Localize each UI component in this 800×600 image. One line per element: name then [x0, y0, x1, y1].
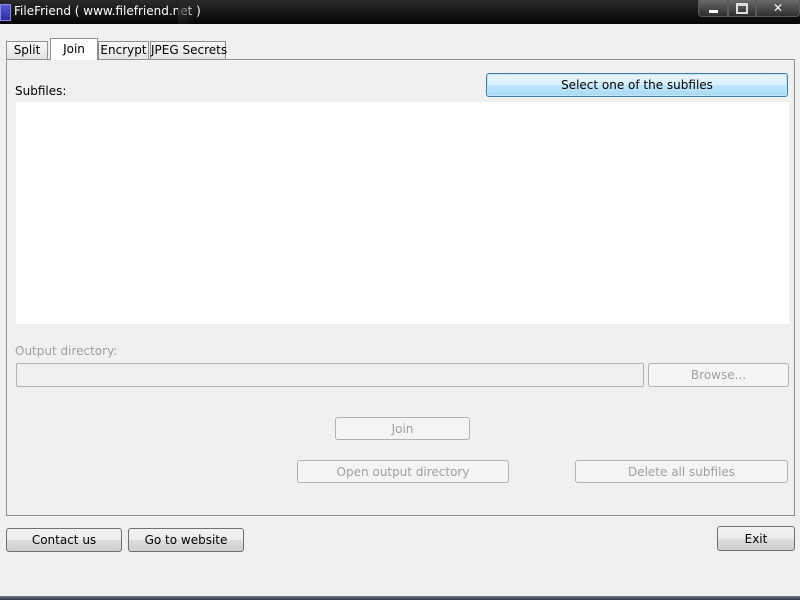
go-to-website-button[interactable]: Go to website: [128, 528, 244, 552]
browse-button[interactable]: Browse...: [648, 363, 789, 387]
maximize-icon: [736, 3, 748, 14]
tab-encrypt[interactable]: Encrypt: [98, 41, 149, 59]
app-icon: [0, 4, 11, 21]
taskbar-edge: [0, 596, 800, 600]
join-panel: Subfiles: Select one of the subfiles Out…: [6, 59, 795, 516]
title-bar[interactable]: FileFriend ( www.filefriend.net ) ✕: [0, 0, 800, 24]
tab-join[interactable]: Join: [50, 38, 98, 60]
tab-label: Join: [63, 42, 85, 56]
tab-jpeg-secrets[interactable]: JPEG Secrets: [150, 41, 228, 59]
select-subfiles-button[interactable]: Select one of the subfiles: [486, 73, 788, 97]
minimize-icon: [708, 10, 718, 13]
window-title: FileFriend ( www.filefriend.net ): [14, 4, 201, 18]
close-icon: ✕: [772, 1, 784, 15]
tab-label: Split: [13, 43, 41, 57]
delete-all-subfiles-button[interactable]: Delete all subfiles: [575, 460, 788, 483]
tab-split[interactable]: Split: [6, 41, 48, 59]
minimize-button[interactable]: [698, 0, 728, 17]
tab-label: Encrypt: [100, 43, 147, 57]
join-button[interactable]: Join: [335, 417, 470, 440]
subfiles-list[interactable]: [16, 102, 789, 324]
open-output-directory-button[interactable]: Open output directory: [297, 460, 509, 483]
exit-button[interactable]: Exit: [717, 526, 795, 551]
tab-label: JPEG Secrets: [151, 43, 228, 57]
output-directory-field[interactable]: [16, 363, 644, 387]
output-directory-label: Output directory:: [15, 344, 118, 358]
contact-us-button[interactable]: Contact us: [6, 528, 122, 552]
maximize-button[interactable]: [728, 0, 756, 17]
close-button[interactable]: ✕: [756, 0, 800, 17]
title-glow: [178, 0, 202, 24]
subfiles-label: Subfiles:: [15, 84, 67, 98]
